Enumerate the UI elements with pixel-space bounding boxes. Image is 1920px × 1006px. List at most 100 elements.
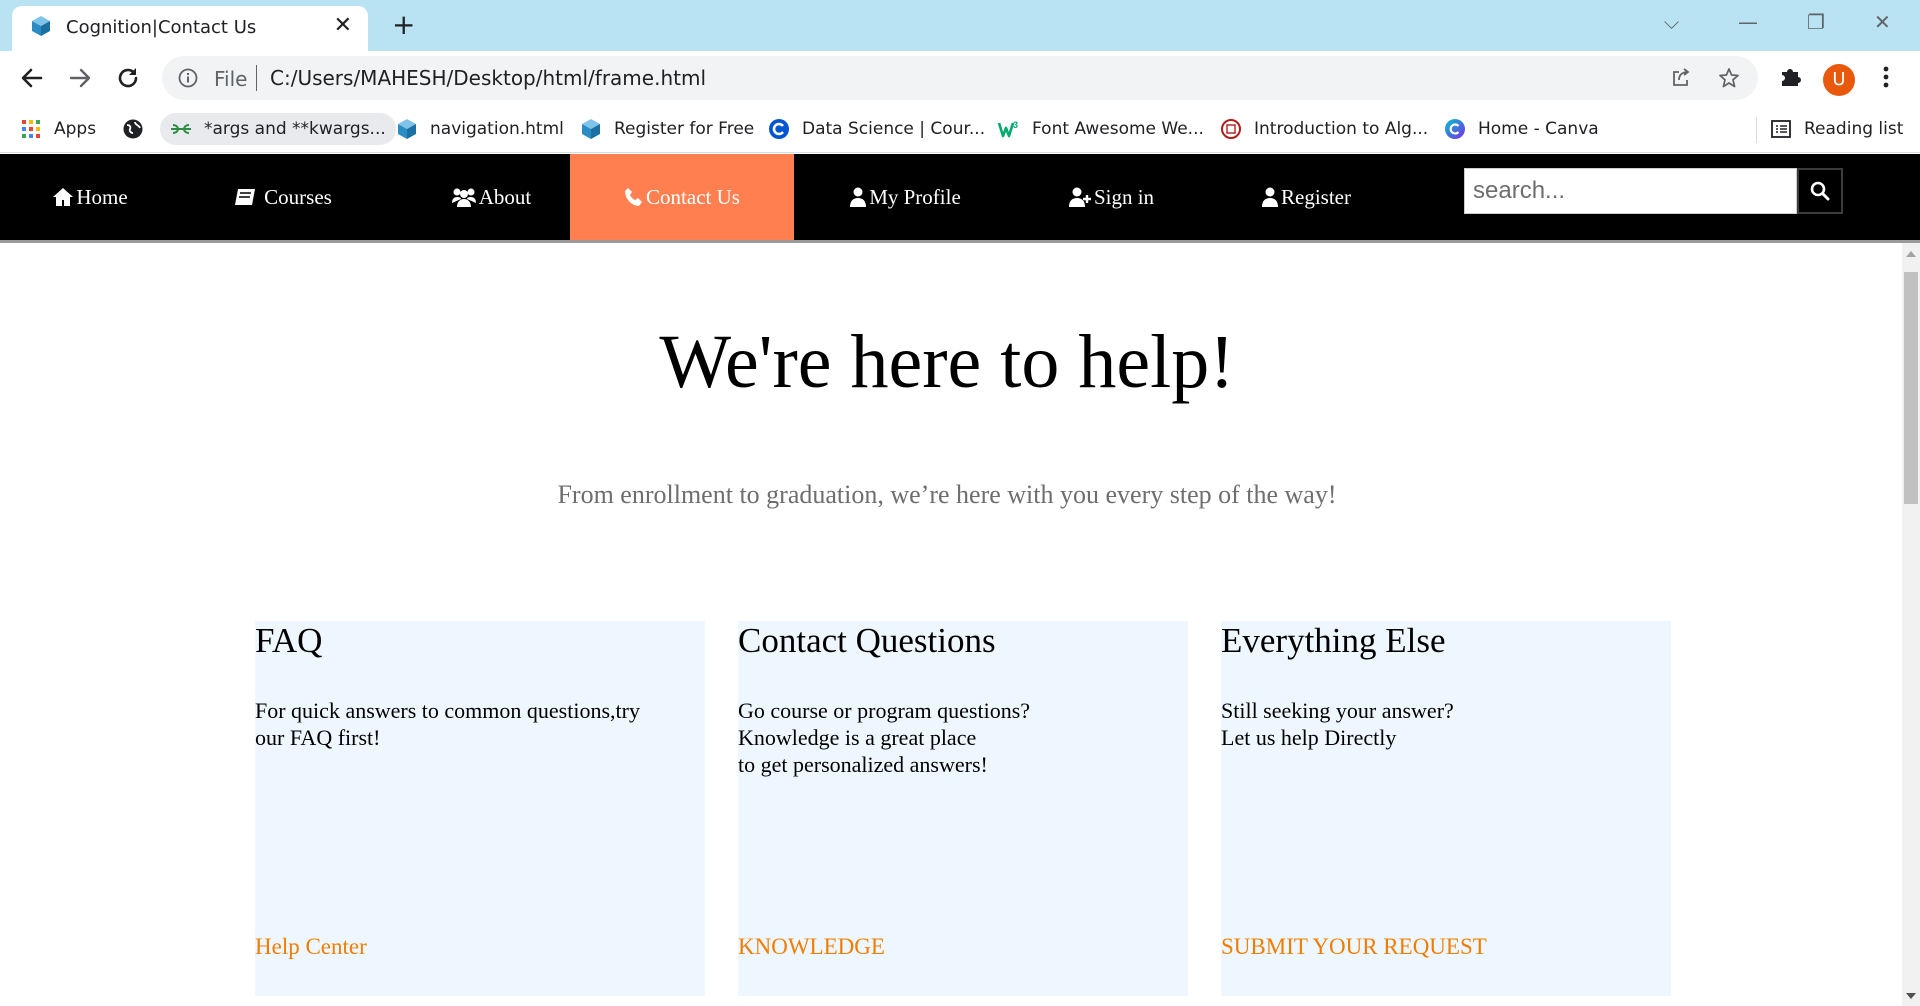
reading-list-icon: [1771, 120, 1791, 138]
w3schools-icon: 3: [998, 120, 1018, 138]
nav-item-courses[interactable]: Courses: [220, 154, 346, 240]
back-arrow-icon[interactable]: [18, 64, 46, 92]
bookmark-label: Font Awesome We...: [1032, 119, 1204, 139]
knowledge-link[interactable]: KNOWLEDGE: [738, 934, 885, 960]
canva-icon: [1445, 119, 1465, 139]
url-scheme-label: File: [214, 67, 248, 91]
new-tab-button[interactable]: +: [392, 10, 415, 40]
bookmark-font-awesome[interactable]: 3 Font Awesome We...: [998, 113, 1204, 145]
page-scrollbar[interactable]: [1902, 243, 1920, 1006]
forward-arrow-icon[interactable]: [66, 64, 94, 92]
nav-label: Register: [1281, 184, 1351, 209]
globe-icon: [123, 119, 143, 139]
bookmark-navigation[interactable]: navigation.html: [396, 113, 564, 145]
card-title: Everything Else: [1221, 621, 1446, 660]
user-icon: [850, 187, 867, 207]
card-title: Contact Questions: [738, 621, 996, 660]
share-icon[interactable]: [1670, 67, 1692, 89]
nav-label: Courses: [264, 184, 332, 209]
user-plus-icon: [1068, 187, 1091, 207]
bookmark-args-kwargs[interactable]: *args and **kwargs...: [160, 113, 396, 145]
scroll-up-arrow-icon[interactable]: [1906, 251, 1916, 257]
site-navbar: Home Courses About Contact Us My Profile…: [0, 154, 1920, 240]
extensions-puzzle-icon[interactable]: [1778, 63, 1804, 89]
cube-icon: [398, 119, 416, 139]
bookmark-label: navigation.html: [430, 119, 564, 139]
tab-title: Cognition|Contact Us: [66, 17, 257, 38]
contact-questions-card: Contact Questions Go course or program q…: [738, 621, 1188, 996]
page-subtitle: From enrollment to graduation, we’re her…: [557, 480, 1337, 509]
card-text: Go course or program questions? Knowledg…: [738, 698, 1031, 777]
bookmarks-divider: [1756, 117, 1757, 143]
browser-toolbar: File C:/Users/MAHESH/Desktop/html/frame.…: [0, 51, 1920, 105]
nav-item-about[interactable]: About: [424, 154, 558, 240]
users-icon: [451, 188, 476, 207]
bookmark-label: Home - Canva: [1478, 119, 1599, 139]
bookmark-data-science[interactable]: Data Science | Cour...: [768, 113, 985, 145]
coursera-icon: [769, 119, 789, 139]
nav-label: Contact Us: [646, 184, 740, 209]
apps-grid-icon: [22, 120, 40, 138]
bookmark-register[interactable]: Register for Free: [580, 113, 754, 145]
faq-card: FAQ For quick answers to common question…: [255, 621, 705, 996]
home-icon: [53, 188, 74, 206]
close-tab-icon[interactable]: ✕: [334, 14, 352, 38]
restore-window-icon[interactable]: ❐: [1807, 10, 1825, 34]
scroll-down-arrow-icon[interactable]: [1906, 993, 1916, 999]
bookmark-label: Register for Free: [614, 119, 755, 139]
address-divider: [256, 65, 257, 91]
reload-icon[interactable]: [114, 64, 142, 92]
bookmark-star-icon[interactable]: [1718, 67, 1740, 89]
user-icon: [1262, 187, 1278, 207]
book-icon: [235, 189, 256, 205]
bookmark-globe[interactable]: [122, 113, 156, 145]
nav-item-home[interactable]: Home: [28, 154, 152, 240]
nav-item-register[interactable]: Register: [1250, 154, 1362, 240]
search-icon: [1810, 181, 1830, 201]
nav-label: Sign in: [1093, 184, 1155, 209]
card-title: FAQ: [255, 621, 323, 660]
minimize-window-icon[interactable]: —: [1738, 10, 1758, 34]
bookmark-label: *args and **kwargs...: [204, 119, 386, 139]
page-title: We're here to help!: [659, 320, 1235, 404]
card-text: Still seeking your answer? Let us help D…: [1221, 698, 1454, 750]
cornell-icon: [1221, 119, 1241, 139]
profile-avatar[interactable]: U: [1823, 64, 1855, 96]
scrollbar-thumb[interactable]: [1904, 272, 1918, 504]
bookmark-canva[interactable]: Home - Canva: [1444, 113, 1599, 145]
submit-request-link[interactable]: SUBMIT YOUR REQUEST: [1221, 934, 1487, 960]
reading-list-button[interactable]: Reading list: [1770, 113, 1903, 145]
site-search-button[interactable]: [1797, 168, 1843, 214]
browser-tab-strip: Cognition|Contact Us ✕ + ⌵ — ❐ ✕: [0, 0, 1920, 51]
nav-item-contact-us[interactable]: Contact Us: [570, 154, 794, 240]
nav-item-my-profile[interactable]: My Profile: [838, 154, 972, 240]
help-center-link[interactable]: Help Center: [255, 934, 367, 960]
info-icon[interactable]: [178, 68, 198, 88]
card-text: For quick answers to common questions,tr…: [255, 698, 640, 750]
cube-icon: [32, 16, 50, 36]
bookmark-label: Apps: [54, 119, 97, 139]
url-text[interactable]: C:/Users/MAHESH/Desktop/html/frame.html: [270, 66, 706, 90]
close-window-icon[interactable]: ✕: [1874, 10, 1891, 34]
phone-icon: [625, 188, 643, 206]
cube-icon: [582, 119, 600, 139]
bookmark-label: Data Science | Cour...: [802, 119, 986, 139]
svg-text:3: 3: [1013, 120, 1018, 130]
browser-tab-active[interactable]: Cognition|Contact Us ✕: [12, 6, 368, 51]
nav-label: About: [478, 184, 532, 209]
menu-kebab-icon[interactable]: [1876, 63, 1896, 91]
nav-label: My Profile: [869, 184, 961, 209]
nav-item-sign-in[interactable]: Sign in: [1042, 154, 1180, 240]
nav-label: Home: [76, 184, 128, 209]
site-search-input[interactable]: [1464, 168, 1797, 214]
page-content: We're here to help! From enrollment to g…: [0, 243, 1902, 1006]
bookmarks-bar: Apps *args and **kwargs... navigation.ht…: [0, 105, 1920, 153]
address-bar[interactable]: File C:/Users/MAHESH/Desktop/html/frame.…: [162, 56, 1758, 100]
bookmark-apps[interactable]: Apps: [20, 113, 96, 145]
bookmark-label: Introduction to Alg...: [1254, 119, 1429, 139]
reading-list-label: Reading list: [1804, 119, 1904, 139]
bookmark-introduction-alg[interactable]: Introduction to Alg...: [1220, 113, 1428, 145]
tab-search-icon[interactable]: ⌵: [1664, 10, 1679, 34]
geeksforgeeks-icon: [171, 124, 191, 134]
everything-else-card: Everything Else Still seeking your answe…: [1221, 621, 1671, 996]
